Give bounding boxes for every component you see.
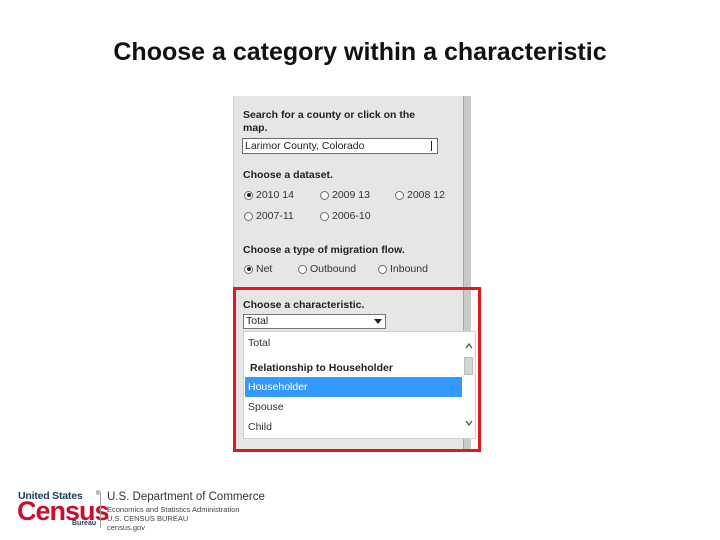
radio-unselected-icon	[244, 211, 253, 221]
footer-divider	[100, 492, 101, 528]
flow-radio-net[interactable]: Net	[244, 263, 272, 275]
radio-selected-icon	[244, 264, 253, 274]
dataset-radio-label: 2007-11	[256, 210, 294, 222]
dataset-radio-label: 2008 12	[407, 189, 445, 201]
highlight-box	[233, 287, 481, 452]
dataset-radio-2009-13[interactable]: 2009 13	[320, 189, 370, 201]
dataset-radio-2010-14[interactable]: 2010 14	[244, 189, 294, 201]
county-search-value: Larimor County, Colorado	[245, 140, 365, 152]
dataset-radio-label: 2010 14	[256, 189, 294, 201]
flow-radio-label: Outbound	[310, 263, 357, 275]
search-label-line2: map.	[243, 122, 268, 134]
radio-unselected-icon	[320, 211, 329, 221]
dept-title: U.S. Department of Commerce	[107, 491, 265, 503]
dataset-radio-2006-10[interactable]: 2006-10	[320, 210, 371, 222]
radio-selected-icon	[244, 190, 253, 200]
slide-title: Choose a category within a characteristi…	[113, 38, 607, 66]
census-logo-line3: Bureau	[72, 520, 97, 527]
flow-radio-label: Inbound	[390, 263, 428, 275]
dataset-label: Choose a dataset.	[243, 169, 333, 181]
flow-radio-label: Net	[256, 263, 273, 275]
county-search-input[interactable]: Larimor County, Colorado	[242, 138, 438, 154]
dataset-radio-2008-12[interactable]: 2008 12	[395, 189, 445, 201]
radio-unselected-icon	[320, 190, 329, 200]
radio-unselected-icon	[298, 264, 307, 274]
flow-label: Choose a type of migration flow.	[243, 244, 405, 256]
search-label-line1: Search for a county or click on the	[243, 109, 416, 121]
flow-radio-outbound[interactable]: Outbound	[298, 263, 356, 275]
radio-unselected-icon	[395, 190, 404, 200]
dataset-radio-label: 2006-10	[332, 210, 371, 222]
text-cursor	[431, 141, 432, 151]
dept-line-1: Economics and Statistics Administration	[107, 505, 240, 514]
dataset-radio-2007-11[interactable]: 2007-11	[244, 210, 294, 222]
dept-line-3: census.gov	[107, 523, 145, 532]
flow-radio-inbound[interactable]: Inbound	[378, 263, 428, 275]
dept-line-2: U.S. CENSUS BUREAU	[107, 514, 189, 523]
dataset-radio-label: 2009 13	[332, 189, 370, 201]
radio-unselected-icon	[378, 264, 387, 274]
